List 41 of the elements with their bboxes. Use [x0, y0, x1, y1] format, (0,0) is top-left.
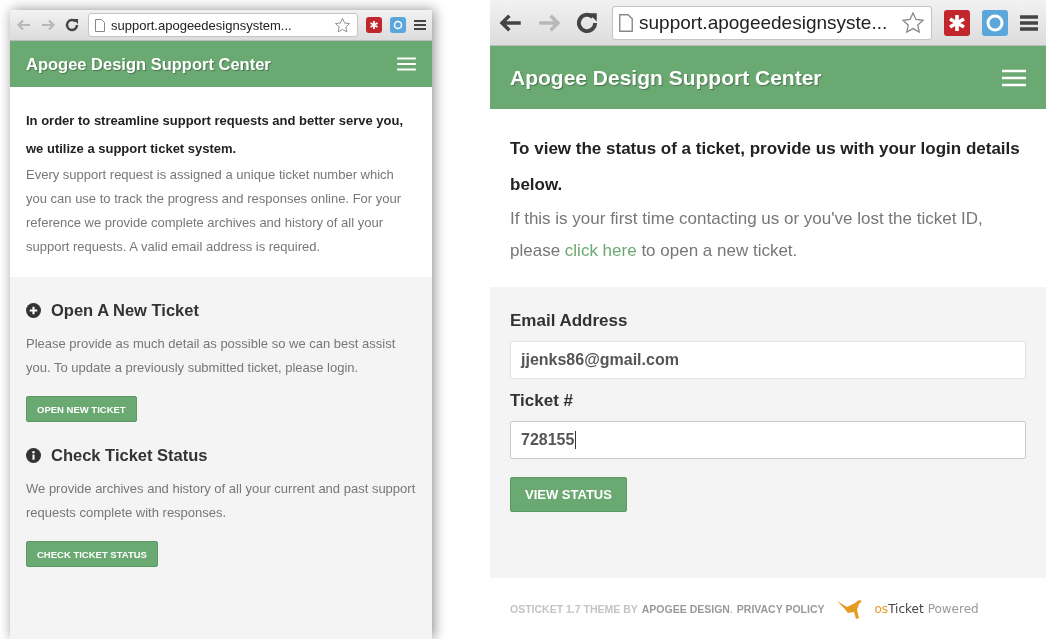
- intro-lead: To view the status of a ticket, provide us with your login details below.: [510, 138, 1021, 196]
- info-icon: [26, 448, 41, 463]
- site-title[interactable]: Apogee Design Support Center: [26, 54, 271, 74]
- menu-icon[interactable]: [1020, 13, 1038, 32]
- ring-extension-icon[interactable]: [390, 17, 406, 33]
- plus-circle-icon: [26, 303, 41, 318]
- footer-credit: OSTICKET 1.7 THEME BY: [510, 602, 638, 615]
- section-text: We provide archives and history of all your current and past support requests complete with responses.: [26, 480, 416, 522]
- field-label: Email Address: [510, 311, 629, 331]
- star-icon[interactable]: [901, 10, 925, 35]
- page-icon: [619, 13, 633, 32]
- address-text: support.apogeedesignsystem...: [111, 17, 293, 33]
- input-field[interactable]: jjenks86@gmail.com: [510, 341, 1026, 379]
- footer-separator: .: [729, 602, 733, 615]
- ring-extension-icon[interactable]: [982, 9, 1008, 36]
- asterisk-extension-icon[interactable]: [366, 17, 382, 33]
- page-icon: [95, 18, 105, 32]
- author-link[interactable]: APOGEE DESIGN: [641, 602, 730, 615]
- input-field[interactable]: 728155: [510, 421, 1026, 459]
- reload-icon[interactable]: [64, 17, 80, 33]
- section-text: Please provide as much detail as possible so we can best assist you. To update a previously submitted ticket, please login.: [26, 335, 397, 377]
- address-bar[interactable]: support.apogeedesignsyste...: [612, 5, 932, 40]
- click-here-link[interactable]: click here: [564, 241, 637, 260]
- privacy-policy-link[interactable]: PRIVACY POLICY: [736, 602, 825, 615]
- open-ticket-button[interactable]: OPEN NEW TICKET: [26, 396, 137, 422]
- address-text: support.apogeedesignsyste...: [639, 11, 889, 34]
- powered-text: Powered: [927, 601, 979, 616]
- intro-text: If this is your first time contacting us or you've lost the ticket ID, please click here to open a new ticket.: [510, 208, 984, 262]
- asterisk-extension-icon[interactable]: [944, 9, 970, 36]
- view-status-button[interactable]: VIEW STATUS: [510, 477, 627, 512]
- star-icon[interactable]: [334, 16, 351, 34]
- intro-lead: In order to streamline support requests and better serve you, we utilize a support ticket system.: [26, 112, 405, 158]
- osticket-logo: osTicket: [874, 601, 924, 616]
- section-heading: Open A New Ticket: [51, 301, 199, 320]
- section-heading: Check Ticket Status: [51, 446, 208, 465]
- field-label: Ticket #: [510, 391, 574, 411]
- address-bar[interactable]: support.apogeedesignsystem...: [88, 13, 358, 37]
- intro-text: Every support request is assigned a unique ticket number which you can use to track the progress and responses online. For your reference we provide complete archives and history of all your support requests. A valid email address is required.: [26, 166, 403, 256]
- menu-icon[interactable]: [414, 19, 426, 31]
- check-status-button[interactable]: CHECK TICKET STATUS: [26, 541, 158, 567]
- site-title[interactable]: Apogee Design Support Center: [510, 65, 822, 90]
